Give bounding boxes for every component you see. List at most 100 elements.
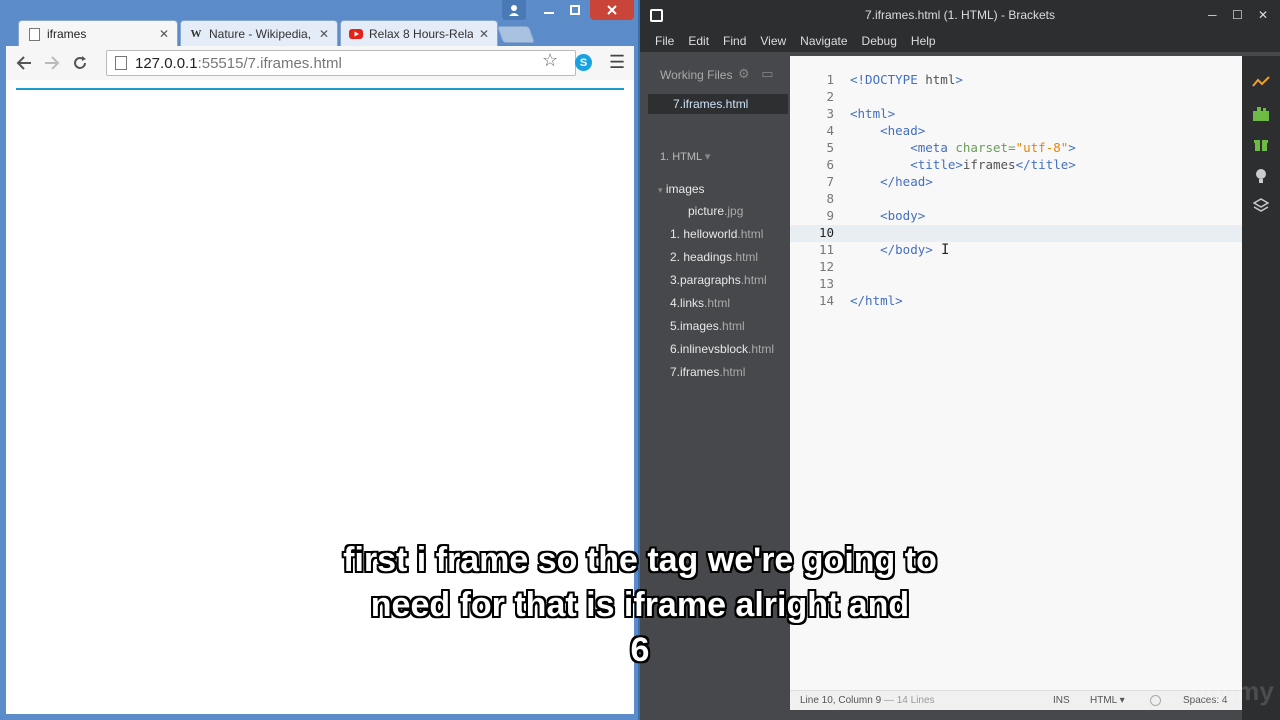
browser-toolbar: 127.0.0.1:55515/7.iframes.html ☆ S ☰ — [6, 46, 634, 80]
menu-file[interactable]: File — [655, 34, 674, 48]
url-host: 127.0.0.1 — [135, 54, 198, 72]
file-item[interactable]: picture.jpg — [688, 204, 743, 218]
live-preview-icon[interactable] — [1251, 72, 1271, 92]
forward-arrow-icon[interactable] — [38, 49, 66, 77]
chevron-down-icon: ▾ — [704, 151, 711, 163]
file-item[interactable]: 2. headings.html — [670, 250, 758, 264]
menu-debug[interactable]: Debug — [862, 34, 897, 48]
line-number: 13 — [818, 276, 834, 291]
maximize-icon[interactable]: ☐ — [1232, 8, 1243, 22]
page-icon — [115, 56, 127, 70]
code-line: <body> — [880, 208, 926, 223]
subtitle-line: first i frame so the tag we're going to — [343, 541, 937, 579]
file-item[interactable]: 3.paragraphs.html — [670, 273, 767, 287]
reload-icon[interactable] — [66, 49, 94, 77]
tab-label: Nature - Wikipedia, — [209, 26, 312, 41]
menu-find[interactable]: Find — [723, 34, 746, 48]
line-number: 14 — [818, 293, 834, 308]
wikipedia-icon: W — [190, 27, 202, 40]
screen: iframes ✕ W Nature - Wikipedia, ✕ Relax … — [0, 0, 1280, 720]
minimize-icon[interactable] — [536, 0, 562, 20]
split-view-icon[interactable]: ▭ — [761, 66, 773, 81]
tab-strip: iframes ✕ W Nature - Wikipedia, ✕ Relax … — [0, 0, 640, 47]
line-number: 7 — [826, 174, 834, 189]
code-line: </html> — [850, 293, 903, 308]
menu-view[interactable]: View — [760, 34, 786, 48]
line-number: 2 — [826, 89, 834, 104]
tab-iframes[interactable]: iframes ✕ — [18, 20, 178, 47]
close-window-icon[interactable] — [590, 0, 634, 20]
extension-manager-icon[interactable] — [1251, 104, 1271, 124]
tab-label: Relax 8 Hours-Relax — [369, 26, 473, 41]
close-icon[interactable]: ✕ — [319, 27, 329, 41]
brackets-logo-icon — [650, 9, 663, 22]
subtitle-line: 6 — [630, 631, 650, 669]
project-label: 1. HTML — [660, 151, 702, 163]
file-item[interactable]: 7.iframes.html — [670, 365, 745, 379]
gear-icon[interactable]: ⚙ — [738, 66, 750, 81]
line-number: 4 — [826, 123, 834, 138]
text-cursor-icon: I — [941, 242, 950, 258]
youtube-icon — [349, 27, 363, 41]
close-icon[interactable]: ✕ — [479, 27, 489, 41]
minimize-icon[interactable]: ─ — [1208, 8, 1217, 22]
address-bar[interactable]: 127.0.0.1:55515/7.iframes.html — [106, 50, 576, 76]
line-number: 11 — [818, 242, 834, 257]
code-line: <!DOCTYPE html> — [850, 72, 963, 87]
layers-icon[interactable] — [1251, 196, 1271, 216]
language-selector[interactable]: HTML ▾ — [1090, 695, 1125, 706]
working-file-item[interactable]: 7.iframes.html — [648, 94, 788, 114]
watermark-logo: udemy — [1190, 676, 1274, 706]
close-icon[interactable]: ✕ — [159, 27, 169, 41]
file-item[interactable]: 5.images.html — [670, 319, 745, 333]
cursor-position: Line 10, Column 9 — 14 Lines — [800, 695, 935, 706]
tab-wikipedia[interactable]: W Nature - Wikipedia, ✕ — [180, 20, 338, 46]
working-files-header: Working Files — [660, 68, 733, 82]
loading-bar — [16, 88, 624, 90]
folder-images[interactable]: ▾ images — [658, 182, 705, 196]
menu-navigate[interactable]: Navigate — [800, 34, 847, 48]
tab-youtube[interactable]: Relax 8 Hours-Relax ✕ — [340, 20, 498, 46]
gift-icon[interactable] — [1251, 134, 1271, 154]
line-number: 3 — [826, 106, 834, 121]
lint-status-icon[interactable] — [1150, 695, 1161, 706]
line-number: 9 — [826, 208, 834, 223]
line-number: 1 — [826, 72, 834, 87]
user-icon[interactable] — [502, 0, 526, 20]
menu-edit[interactable]: Edit — [688, 34, 709, 48]
code-line: <head> — [880, 123, 926, 138]
subtitle-overlay: first i frame so the tag we're going to … — [0, 538, 1280, 673]
lightbulb-icon[interactable] — [1251, 166, 1271, 186]
code-line: <html> — [850, 106, 896, 121]
line-number: 12 — [818, 259, 834, 274]
window-title: 7.iframes.html (1. HTML) - Brackets — [864, 8, 1056, 22]
line-number: 10 — [818, 225, 834, 240]
close-icon[interactable]: ✕ — [1258, 8, 1268, 22]
tab-label: iframes — [47, 27, 87, 41]
code-line: <title>iframes</title> — [910, 157, 1076, 172]
subtitle-line: need for that is iframe alright and — [370, 586, 910, 624]
menu-help[interactable]: Help — [911, 34, 936, 48]
triangle-down-icon: ▾ — [658, 185, 663, 195]
back-arrow-icon[interactable] — [10, 49, 38, 77]
current-line-highlight — [790, 225, 1242, 242]
title-bar: 7.iframes.html (1. HTML) - Brackets ─ ☐ … — [640, 0, 1280, 30]
skype-icon[interactable]: S — [575, 54, 592, 71]
project-dropdown[interactable]: 1. HTML ▾ — [660, 150, 710, 163]
file-item[interactable]: 4.links.html — [670, 296, 730, 310]
url-path: :55515/7.iframes.html — [197, 54, 342, 72]
file-item[interactable]: 1. helloworld.html — [670, 227, 763, 241]
maximize-icon[interactable] — [562, 0, 588, 20]
status-bar: Line 10, Column 9 — 14 Lines INS HTML ▾ … — [790, 690, 1242, 710]
new-tab-button[interactable] — [496, 26, 536, 43]
file-item[interactable]: 6.inlinevsblock.html — [670, 342, 774, 356]
code-line: </head> — [880, 174, 933, 189]
insert-mode-toggle[interactable]: INS — [1053, 695, 1070, 706]
page-icon — [27, 27, 41, 41]
menu-bar: File Edit Find View Navigate Debug Help — [640, 30, 1280, 52]
bookmark-star-icon[interactable]: ☆ — [542, 50, 558, 71]
code-line: <meta charset="utf-8"> — [910, 140, 1076, 155]
menu-icon[interactable]: ☰ — [609, 52, 625, 73]
line-number: 5 — [826, 140, 834, 155]
line-number: 6 — [826, 157, 834, 172]
